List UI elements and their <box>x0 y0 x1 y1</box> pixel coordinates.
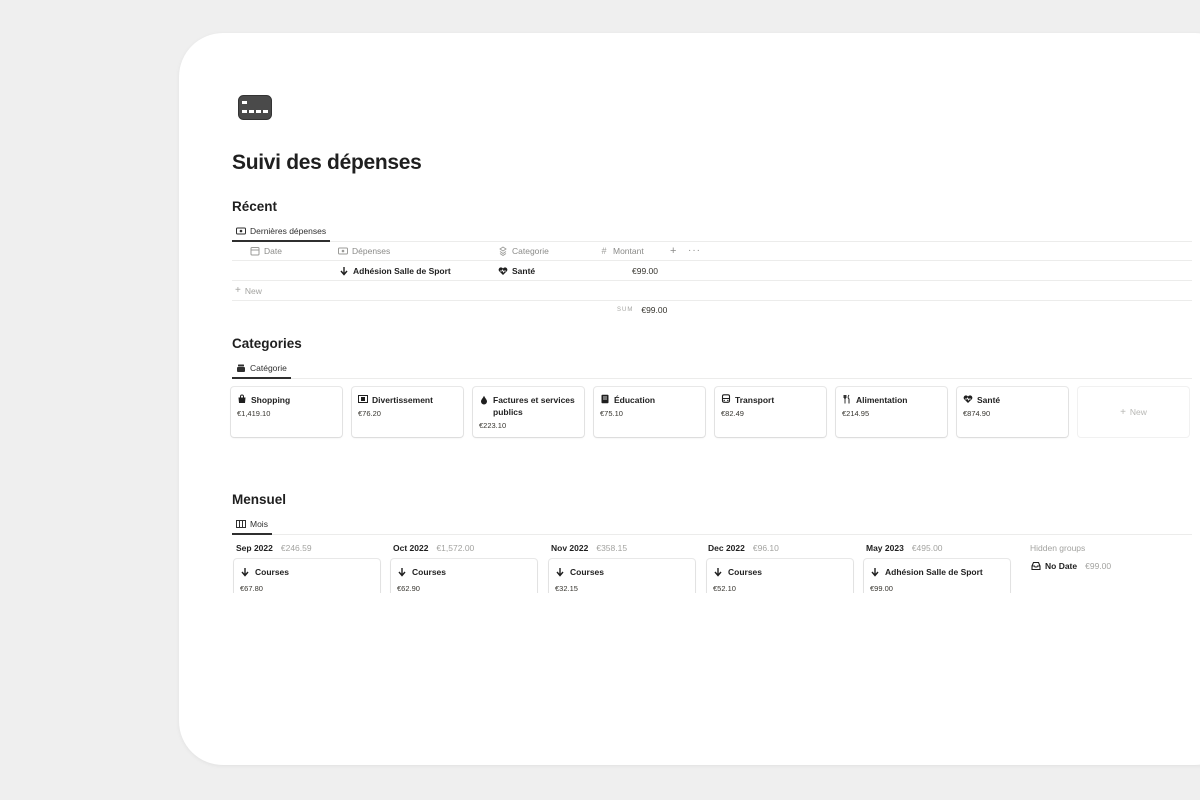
amount-cell[interactable]: €99.00 <box>632 261 658 280</box>
book-icon <box>600 394 610 404</box>
arrow-down-icon <box>397 567 407 577</box>
heart-pulse-icon <box>498 266 508 276</box>
sum-calculation[interactable]: SUM €99.00 <box>617 300 667 319</box>
category-card-education[interactable]: Éducation €75.10 <box>594 387 705 437</box>
credit-card-icon[interactable] <box>238 95 272 123</box>
board-column-header[interactable]: May 2023 €495.00 <box>866 543 943 553</box>
board-column-header[interactable]: Oct 2022 €1,572.00 <box>393 543 474 553</box>
board-column-header[interactable]: Sep 2022 €246.59 <box>236 543 312 553</box>
category-card-shopping[interactable]: Shopping €1,419.10 <box>231 387 342 437</box>
plus-icon: + <box>235 285 241 296</box>
column-header-categorie[interactable]: Categorie <box>498 241 549 260</box>
categories-view-tabs: Catégorie <box>232 358 1192 379</box>
monthly-section-title: Mensuel <box>232 492 287 507</box>
heart-pulse-icon <box>963 394 973 404</box>
category-card-alimentation[interactable]: Alimentation €214.95 <box>836 387 947 437</box>
board-card[interactable]: Courses €67.80 <box>234 559 380 593</box>
page-title: Suivi des dépenses <box>232 151 422 174</box>
recent-section-title: Récent <box>232 199 278 214</box>
relation-icon <box>498 245 508 256</box>
board-cards-area: Courses €67.80 Courses €62.90 Courses €3… <box>232 556 1192 593</box>
category-card-sante[interactable]: Santé €874.90 <box>957 387 1068 437</box>
hidden-groups-label: Hidden groups <box>1030 543 1086 553</box>
board-card[interactable]: Courses €62.90 <box>391 559 537 593</box>
fork-knife-icon <box>842 394 852 404</box>
add-property-button[interactable]: + <box>670 241 676 260</box>
categories-section-title: Categories <box>232 336 302 351</box>
stack-icon <box>236 363 246 373</box>
board-card[interactable]: Courses €52.10 <box>707 559 853 593</box>
arrow-down-icon <box>240 567 250 577</box>
category-card-transport[interactable]: Transport €82.49 <box>715 387 826 437</box>
arrow-down-icon <box>555 567 565 577</box>
category-cell[interactable]: Santé <box>498 261 535 280</box>
banknote-icon <box>338 246 348 256</box>
new-label: New <box>244 285 262 296</box>
expense-name-cell[interactable]: Adhésion Salle de Sport <box>339 261 451 280</box>
page-card: Suivi des dépenses Récent Dernières dépe… <box>179 33 1200 765</box>
column-header-date[interactable]: Date <box>250 241 282 260</box>
plus-icon: + <box>1120 406 1126 418</box>
table-row[interactable]: Adhésion Salle de Sport Santé €99.00 <box>232 261 1192 281</box>
arrow-down-icon <box>870 567 880 577</box>
board-column-header[interactable]: Nov 2022 €358.15 <box>551 543 627 553</box>
column-header-depenses[interactable]: Dépenses <box>338 241 390 260</box>
tab-mois[interactable]: Mois <box>232 514 272 535</box>
arrow-down-icon <box>713 567 723 577</box>
tab-categorie[interactable]: Catégorie <box>232 358 291 379</box>
board-card[interactable]: Courses €32.15 <box>549 559 695 593</box>
arrow-down-icon <box>339 266 349 276</box>
film-icon <box>358 394 368 404</box>
category-card-divertissement[interactable]: Divertissement €76.20 <box>352 387 463 437</box>
tab-label: Dernières dépenses <box>250 225 327 236</box>
bus-icon <box>721 394 731 404</box>
column-header-montant[interactable]: # Montant <box>599 241 643 260</box>
board-icon <box>236 519 246 529</box>
categories-gallery: Shopping €1,419.10 Divertissement €76.20… <box>231 387 1191 439</box>
board-column-header[interactable]: Dec 2022 €96.10 <box>708 543 779 553</box>
banknote-icon <box>236 226 246 236</box>
more-options-button[interactable]: ··· <box>688 241 701 260</box>
new-row-button[interactable]: + New <box>232 281 1192 301</box>
recent-view-tabs: Dernières dépenses <box>232 221 1192 242</box>
tab-dernieres-depenses[interactable]: Dernières dépenses <box>232 221 331 242</box>
category-card-factures[interactable]: Factures et services publics €223.10 <box>473 387 584 437</box>
shopping-bag-icon <box>237 394 247 404</box>
monthly-view-tabs: Mois <box>232 514 1192 535</box>
calendar-icon <box>250 246 260 256</box>
hash-icon: # <box>601 245 607 256</box>
new-category-button[interactable]: + New <box>1078 387 1189 437</box>
drop-icon <box>479 395 489 405</box>
board-card[interactable]: Adhésion Salle de Sport €99.00 <box>864 559 1010 593</box>
table-header: Date Dépenses Categorie # Montant + ··· <box>232 241 1192 261</box>
